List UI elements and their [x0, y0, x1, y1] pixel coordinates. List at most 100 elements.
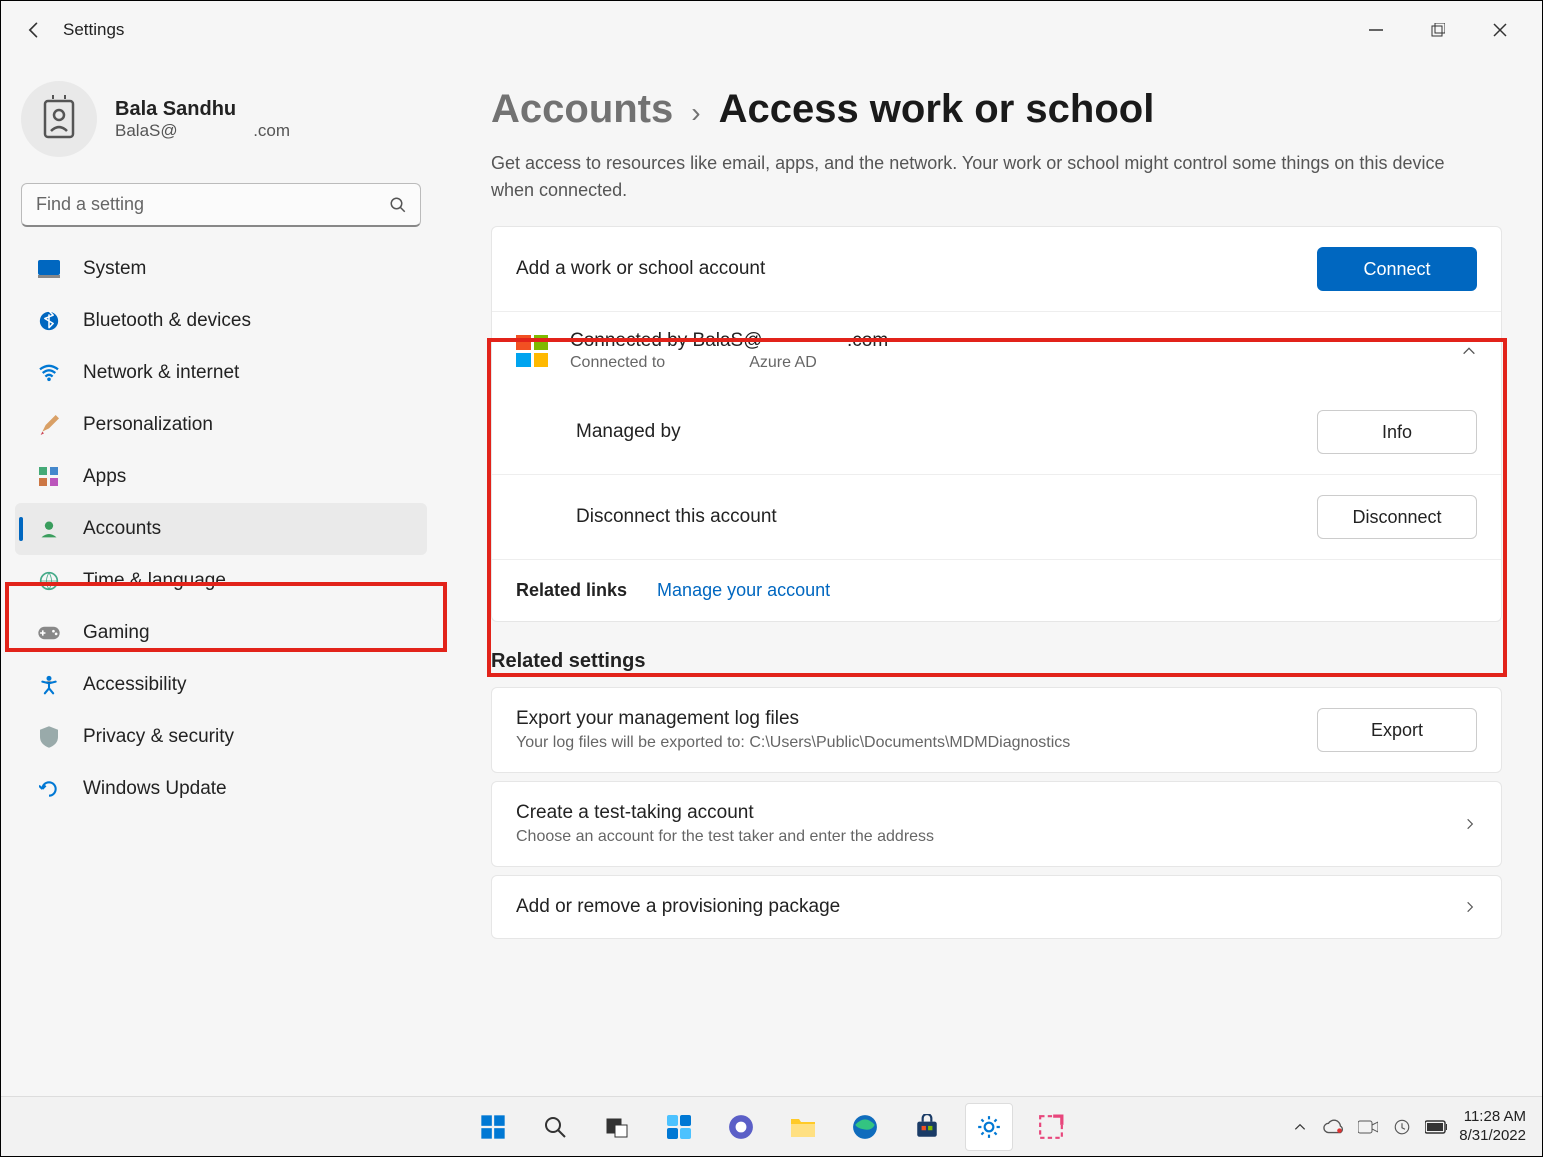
add-account-row: Add a work or school account Connect — [492, 227, 1501, 311]
test-account-title: Create a test-taking account — [516, 802, 1463, 824]
nav-apps[interactable]: Apps — [15, 451, 427, 503]
taskbar-explorer[interactable] — [779, 1103, 827, 1151]
bluetooth-icon — [37, 309, 61, 333]
taskbar-edge[interactable] — [841, 1103, 889, 1151]
chevron-up-icon — [1461, 343, 1477, 359]
search-icon — [543, 1115, 567, 1139]
account-header[interactable]: Connected by BalaS@ .com Connected to Az… — [492, 311, 1501, 390]
nav-accounts[interactable]: Accounts — [15, 503, 427, 555]
taskbar-settings[interactable] — [965, 1103, 1013, 1151]
person-icon — [37, 517, 61, 541]
nav-gaming[interactable]: Gaming — [15, 607, 427, 659]
snip-icon — [1038, 1114, 1064, 1140]
folder-icon — [789, 1115, 817, 1139]
microsoft-logo-icon — [516, 335, 548, 367]
nav-label: System — [83, 258, 146, 280]
nav-label: Bluetooth & devices — [83, 310, 251, 332]
search-icon — [389, 196, 407, 214]
disconnect-row: Disconnect this account Disconnect — [492, 474, 1501, 559]
maximize-button[interactable] — [1410, 11, 1466, 49]
info-button[interactable]: Info — [1317, 410, 1477, 454]
profile-block[interactable]: Bala Sandhu BalaS@ .com — [15, 73, 427, 175]
clock-time: 11:28 AM — [1459, 1108, 1526, 1127]
managed-by-label: Managed by — [576, 421, 1317, 443]
store-icon — [914, 1114, 940, 1140]
add-account-label: Add a work or school account — [516, 258, 1317, 280]
clock-date: 8/31/2022 — [1459, 1127, 1526, 1146]
tray-chevron-icon[interactable] — [1289, 1116, 1311, 1138]
provisioning-row[interactable]: Add or remove a provisioning package — [492, 876, 1501, 938]
search-input[interactable] — [21, 183, 421, 227]
breadcrumb: Accounts › Access work or school — [491, 87, 1502, 132]
related-settings-title: Related settings — [491, 650, 1502, 673]
disconnect-button[interactable]: Disconnect — [1317, 495, 1477, 539]
nav-label: Personalization — [83, 414, 213, 436]
chevron-right-icon — [1463, 900, 1477, 914]
gear-icon — [976, 1114, 1002, 1140]
manage-account-link[interactable]: Manage your account — [657, 580, 830, 601]
nav-personalization[interactable]: Personalization — [15, 399, 427, 451]
profile-email: BalaS@ .com — [115, 121, 290, 141]
close-icon — [1493, 23, 1507, 37]
managed-by-row: Managed by Info — [492, 390, 1501, 474]
widgets-icon — [666, 1114, 692, 1140]
minimize-icon — [1369, 23, 1383, 37]
task-view[interactable] — [593, 1103, 641, 1151]
taskbar-teams[interactable] — [717, 1103, 765, 1151]
connect-button[interactable]: Connect — [1317, 247, 1477, 291]
tray-battery-icon[interactable] — [1425, 1116, 1447, 1138]
wifi-icon — [37, 361, 61, 385]
gamepad-icon — [37, 621, 61, 645]
taskbar-search[interactable] — [531, 1103, 579, 1151]
disconnect-label: Disconnect this account — [576, 506, 1317, 528]
task-view-icon — [605, 1115, 629, 1139]
clock-globe-icon — [37, 569, 61, 593]
edge-icon — [852, 1114, 878, 1140]
nav-privacy[interactable]: Privacy & security — [15, 711, 427, 763]
tray-updates-icon[interactable] — [1391, 1116, 1413, 1138]
nav-bluetooth[interactable]: Bluetooth & devices — [15, 295, 427, 347]
taskbar-widgets[interactable] — [655, 1103, 703, 1151]
export-logs-title: Export your management log files — [516, 708, 1317, 730]
nav-system[interactable]: System — [15, 243, 427, 295]
profile-name: Bala Sandhu — [115, 98, 290, 121]
nav-label: Privacy & security — [83, 726, 234, 748]
minimize-button[interactable] — [1348, 11, 1404, 49]
start-button[interactable] — [469, 1103, 517, 1151]
related-links-label: Related links — [516, 580, 627, 601]
page-description: Get access to resources like email, apps… — [491, 150, 1491, 204]
account-subtitle: Connected to Azure AD — [570, 354, 1439, 372]
nav-windows-update[interactable]: Windows Update — [15, 763, 427, 815]
page-title: Access work or school — [719, 87, 1155, 132]
nav-accessibility[interactable]: Accessibility — [15, 659, 427, 711]
nav-label: Gaming — [83, 622, 150, 644]
close-button[interactable] — [1472, 11, 1528, 49]
taskbar: 11:28 AM 8/31/2022 — [1, 1096, 1542, 1156]
test-account-sub: Choose an account for the test taker and… — [516, 828, 1463, 846]
system-icon — [37, 257, 61, 281]
taskbar-snip[interactable] — [1027, 1103, 1075, 1151]
nav-label: Network & internet — [83, 362, 239, 384]
nav-label: Accounts — [83, 518, 161, 540]
nav-network[interactable]: Network & internet — [15, 347, 427, 399]
related-links-row: Related links Manage your account — [492, 559, 1501, 621]
account-title: Connected by BalaS@ .com — [570, 330, 1439, 352]
chevron-right-icon — [1463, 817, 1477, 831]
tray-meet-icon[interactable] — [1357, 1116, 1379, 1138]
export-logs-sub: Your log files will be exported to: C:\U… — [516, 734, 1317, 752]
breadcrumb-root[interactable]: Accounts — [491, 87, 673, 132]
test-account-row[interactable]: Create a test-taking account Choose an a… — [492, 782, 1501, 866]
arrow-left-icon — [24, 20, 44, 40]
back-button[interactable] — [15, 11, 53, 49]
apps-icon — [37, 465, 61, 489]
avatar — [21, 81, 97, 157]
taskbar-store[interactable] — [903, 1103, 951, 1151]
export-button[interactable]: Export — [1317, 708, 1477, 752]
teams-icon — [728, 1114, 754, 1140]
avatar-badge-icon — [39, 95, 79, 143]
nav-label: Apps — [83, 466, 126, 488]
tray-clock[interactable]: 11:28 AM 8/31/2022 — [1459, 1108, 1526, 1146]
tray-onedrive-icon[interactable] — [1323, 1116, 1345, 1138]
export-logs-row: Export your management log files Your lo… — [492, 688, 1501, 772]
nav-time-language[interactable]: Time & language — [15, 555, 427, 607]
